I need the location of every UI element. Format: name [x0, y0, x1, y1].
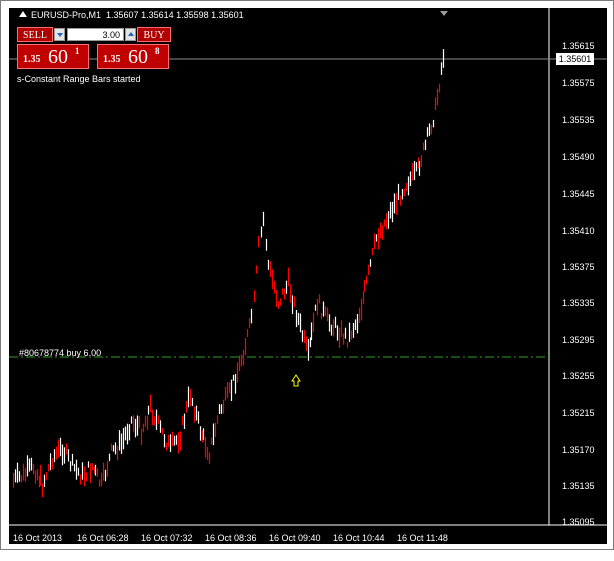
ohlc-values: 1.35607 1.35614 1.35598 1.35601: [106, 10, 244, 20]
triangle-icon: [19, 11, 27, 17]
y-tick-label: 1.35410: [562, 226, 595, 236]
y-tick-label: 1.35335: [562, 298, 595, 308]
current-price-label: 1.35601: [556, 53, 594, 65]
buy-price-prefix: 1.35: [103, 54, 121, 65]
y-tick-label: 1.35375: [562, 262, 595, 272]
y-tick-label: 1.35215: [562, 408, 595, 418]
buy-price-box[interactable]: 1.35 60 8: [97, 44, 169, 69]
sell-price-sup: 1: [75, 46, 80, 56]
x-tick-label: 16 Oct 2013: [13, 533, 63, 543]
status-message: s-Constant Range Bars started: [17, 74, 141, 84]
y-tick-label: 1.35575: [562, 78, 595, 88]
sell-price-box[interactable]: 1.35 60 1: [17, 44, 89, 69]
x-tick-label: 16 Oct 09:40: [269, 533, 321, 543]
y-tick-label: 1.35295: [562, 335, 595, 345]
y-tick-label: 1.35445: [562, 189, 595, 199]
chart-header: EURUSD-Pro,M1 1.35607 1.35614 1.35598 1.…: [19, 10, 244, 20]
y-tick-label: 1.35490: [562, 152, 595, 162]
buy-button[interactable]: BUY: [137, 27, 171, 42]
chart-canvas: [9, 8, 607, 526]
price-chart[interactable]: EURUSD-Pro,M1 1.35607 1.35614 1.35598 1.…: [9, 8, 607, 544]
buy-price-sup: 8: [155, 46, 160, 56]
price-bars: [12, 49, 445, 498]
one-click-trading-panel: SELL 3.00 BUY 1.35 60 1 1.35 60 8: [17, 27, 172, 69]
chart-window: EURUSD-Pro,M1 1.35607 1.35614 1.35598 1.…: [0, 0, 614, 550]
volume-up-arrow-icon[interactable]: [125, 28, 136, 41]
x-tick-label: 16 Oct 06:28: [77, 533, 129, 543]
y-tick-label: 1.35615: [562, 41, 595, 51]
x-tick-label: 16 Oct 07:32: [141, 533, 193, 543]
y-tick-label: 1.35170: [562, 445, 595, 455]
y-tick-label: 1.35095: [562, 517, 595, 527]
sell-price-prefix: 1.35: [23, 54, 41, 65]
shift-marker-icon[interactable]: [440, 11, 448, 16]
buy-price-big: 60: [128, 46, 148, 68]
symbol-label: EURUSD-Pro,M1: [31, 10, 102, 20]
x-tick-label: 16 Oct 08:36: [205, 533, 257, 543]
x-tick-label: 16 Oct 10:44: [333, 533, 385, 543]
sell-price-big: 60: [48, 46, 68, 68]
x-tick-label: 16 Oct 11:48: [397, 533, 448, 543]
buy-arrow-icon: [291, 374, 301, 387]
y-tick-label: 1.35535: [562, 115, 595, 125]
y-tick-label: 1.35135: [562, 481, 595, 491]
y-tick-label: 1.35255: [562, 371, 595, 381]
volume-input[interactable]: 3.00: [67, 28, 124, 41]
order-line-label: #80678774 buy 6.00: [19, 348, 102, 358]
volume-down-arrow-icon[interactable]: [54, 28, 65, 41]
sell-button[interactable]: SELL: [17, 27, 53, 42]
